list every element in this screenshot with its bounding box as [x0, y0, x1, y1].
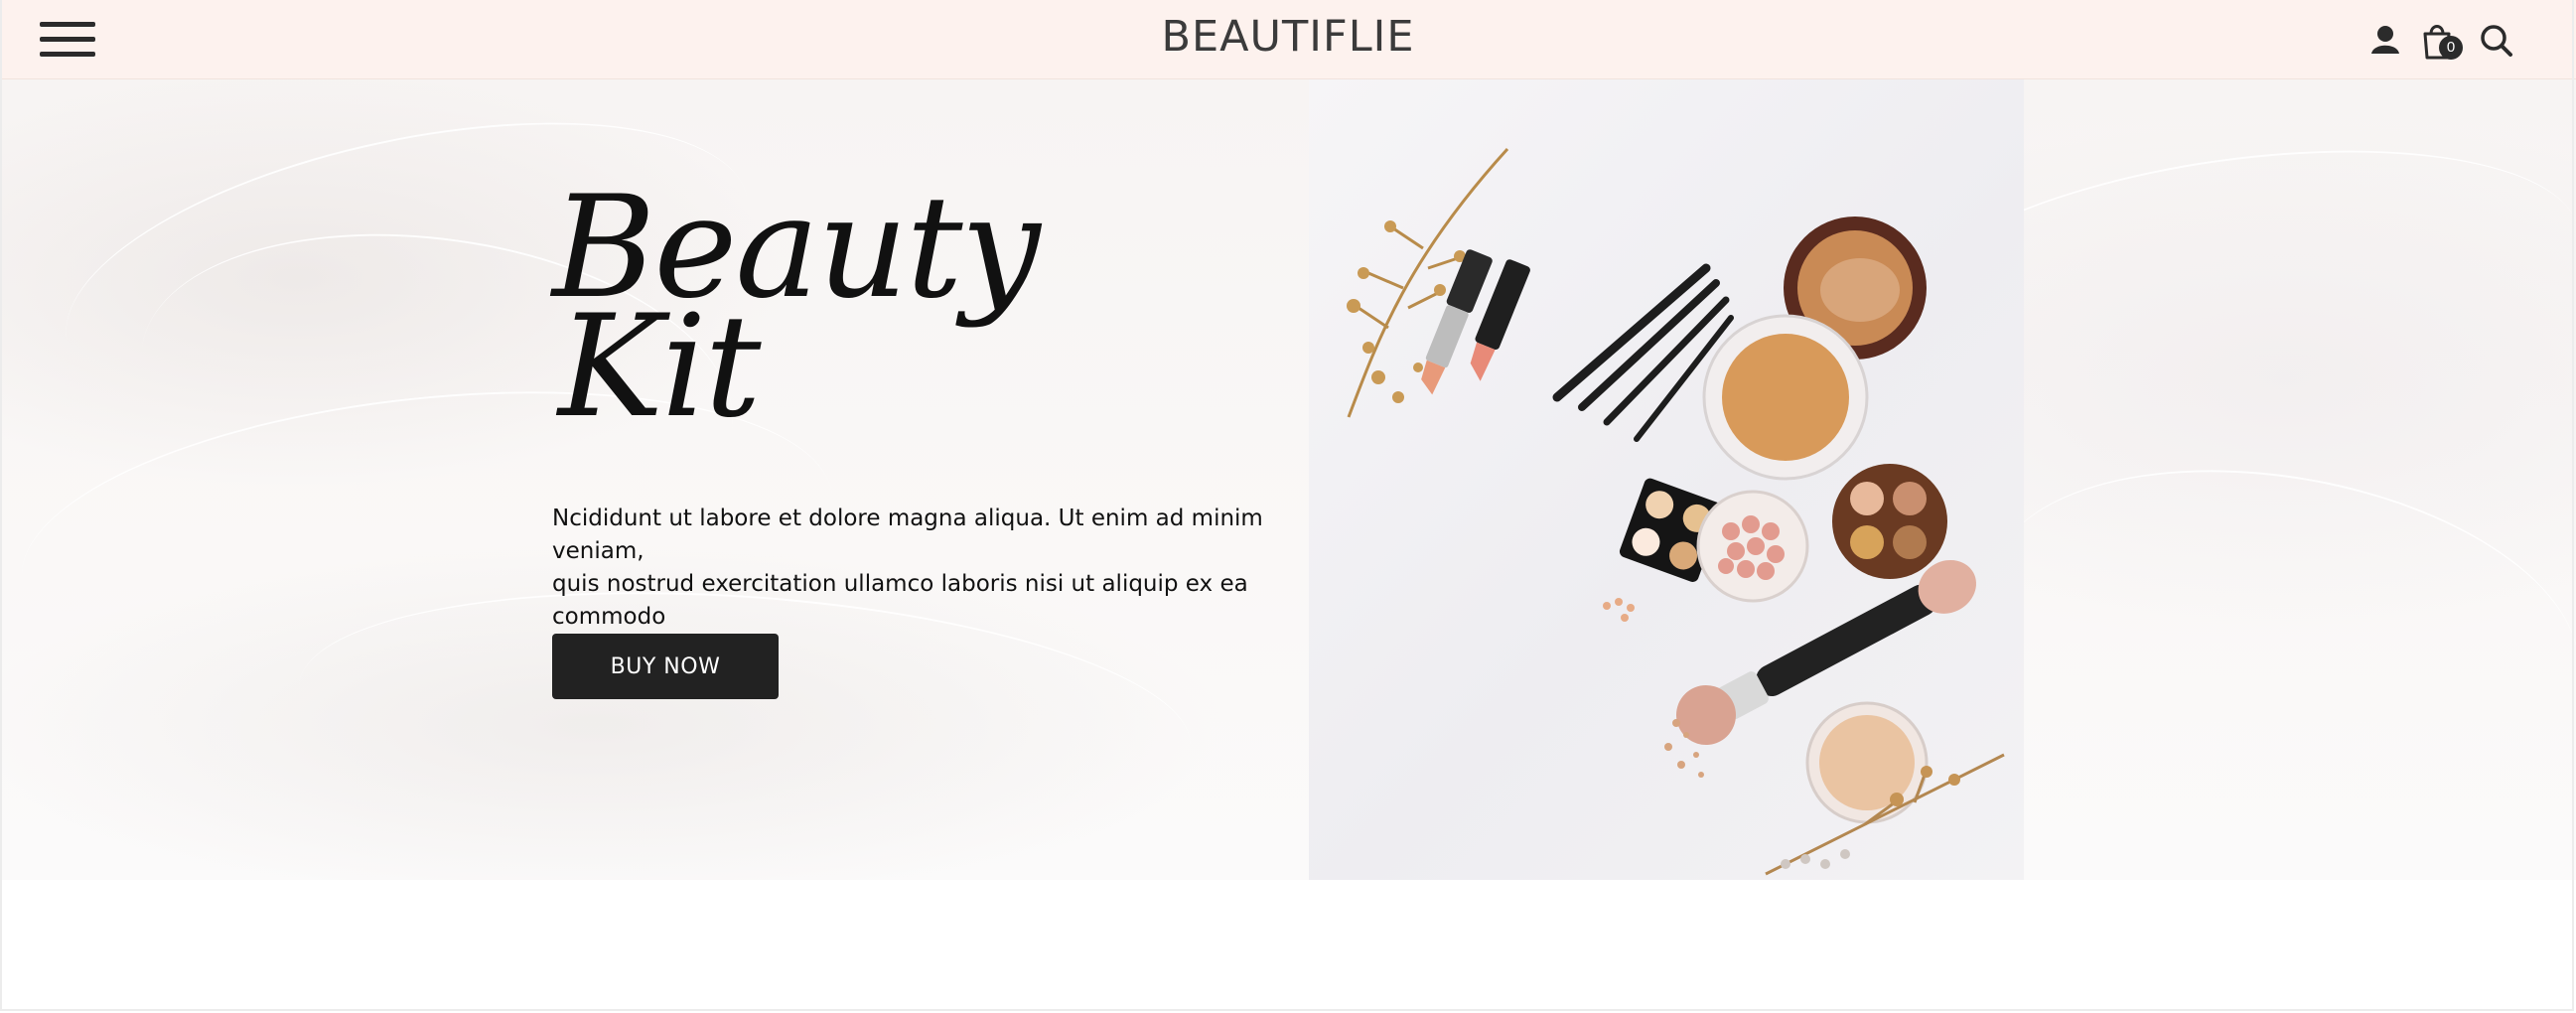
hero-description-line1: Ncididunt ut labore et dolore magna aliq… [552, 506, 1263, 564]
search-icon[interactable] [2477, 18, 2516, 62]
cosmetics-product-image [1309, 79, 2024, 880]
header-actions: 0 [2365, 18, 2524, 62]
user-icon[interactable] [2365, 18, 2405, 62]
hero-banner: Beauty Kit Ncididunt ut labore et dolore… [0, 79, 2576, 880]
cart-count-badge: 0 [2439, 36, 2463, 60]
top-header: BEAUTIFLIE 0 [0, 0, 2576, 79]
brand-logo[interactable]: BEAUTIFLIE [0, 12, 2576, 62]
feather-decoration [1964, 427, 2576, 826]
hero-title: Beauty Kit [552, 178, 1041, 438]
shopping-bag-icon[interactable]: 0 [2417, 18, 2463, 62]
buy-now-button[interactable]: BUY NOW [552, 634, 779, 699]
hero-description: Ncididunt ut labore et dolore magna aliq… [552, 503, 1307, 634]
hero-description-line2: quis nostrud exercitation ullamco labori… [552, 571, 1248, 630]
